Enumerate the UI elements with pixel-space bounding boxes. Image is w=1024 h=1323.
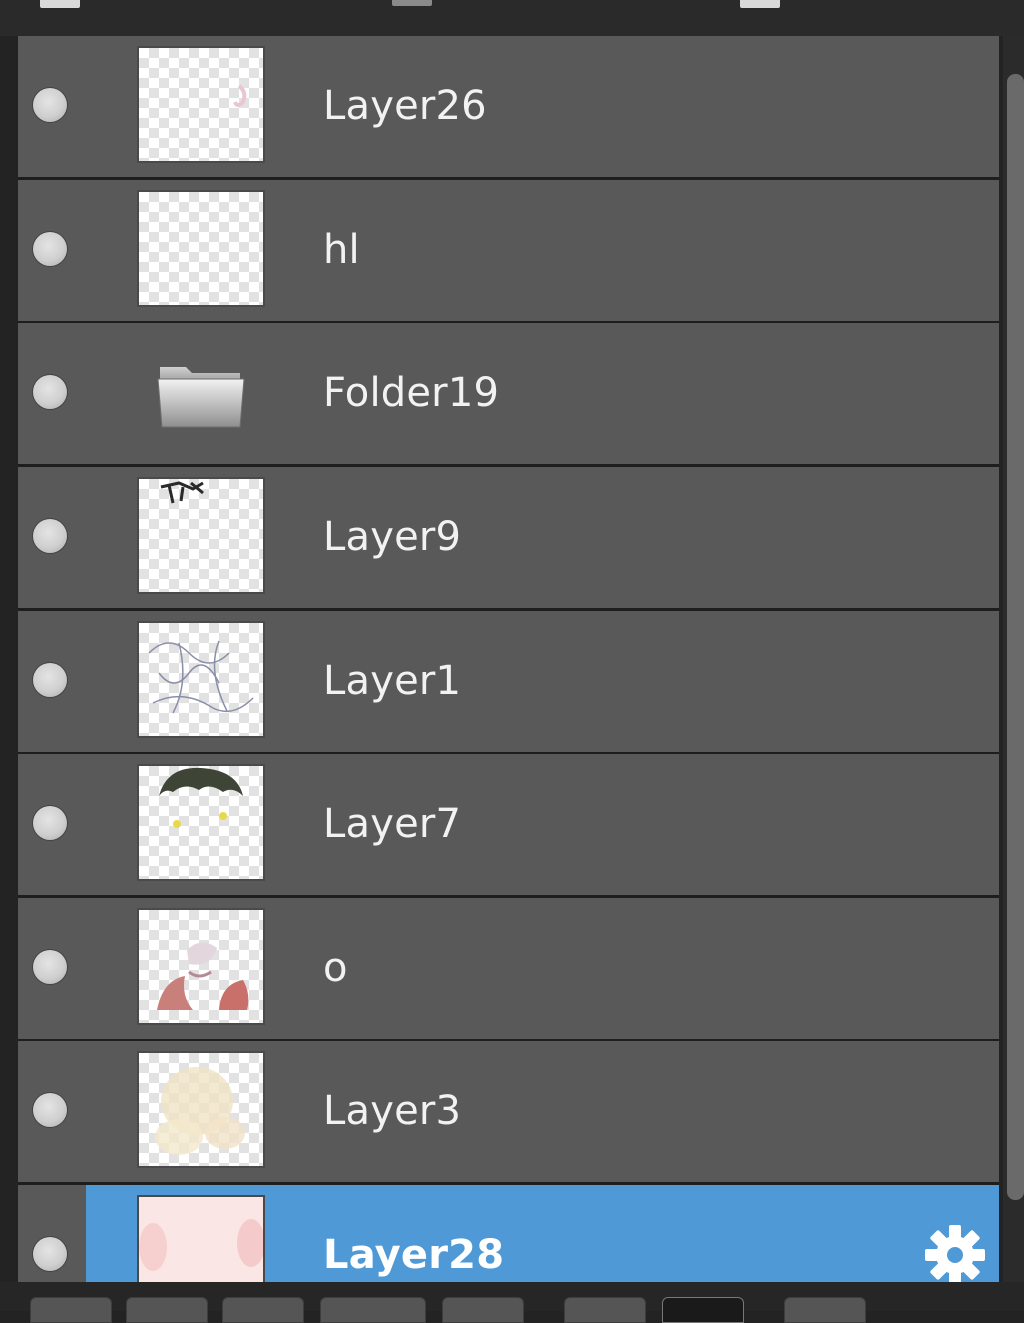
visibility-toggle[interactable] (33, 88, 67, 122)
visibility-toggle[interactable] (33, 1093, 67, 1127)
toolbar-button[interactable] (564, 1297, 646, 1323)
toolbar-button[interactable] (222, 1297, 304, 1323)
toolbar-button[interactable] (784, 1297, 866, 1323)
layer-name[interactable]: Layer26 (323, 82, 487, 130)
thumbnail-art (160, 481, 204, 504)
visibility-toggle[interactable] (33, 663, 67, 697)
layer-row[interactable]: Layer7 (18, 754, 999, 895)
thumbnail-art (159, 767, 243, 828)
layer-name[interactable]: Layer1 (323, 657, 461, 705)
layer-row[interactable]: Layer26 (18, 36, 999, 177)
folder-icon (157, 367, 245, 428)
thumbnail-art (157, 942, 249, 1010)
thumbnail-art (139, 1197, 263, 1282)
layer-name[interactable]: hl (323, 226, 360, 274)
thumbnail-art (148, 640, 254, 714)
visibility-toggle[interactable] (33, 950, 67, 984)
header-tab-mark[interactable] (392, 0, 432, 6)
toolbar-button[interactable] (320, 1297, 426, 1323)
layer-name[interactable]: Layer3 (323, 1087, 461, 1135)
layer-row[interactable]: o (18, 898, 999, 1039)
layer-row[interactable]: hl (18, 180, 999, 321)
layer-thumbnail (139, 1197, 263, 1282)
layers-list: Layer26 hl Folder19 Layer9 Layer1 Layer7… (18, 36, 999, 1282)
toolbar-button[interactable] (442, 1297, 524, 1323)
layer-name[interactable]: Layer9 (323, 513, 461, 561)
toolbar-button[interactable] (126, 1297, 208, 1323)
visibility-toggle[interactable] (33, 375, 67, 409)
layer-name[interactable]: o (323, 944, 348, 992)
toolbar-button-active[interactable] (662, 1297, 744, 1323)
layer-thumbnail (139, 479, 263, 592)
visibility-toggle[interactable] (33, 1237, 67, 1271)
layer-name[interactable]: Layer28 (323, 1231, 504, 1279)
layers-toolbar (0, 1282, 1024, 1323)
layer-thumbnail (139, 623, 263, 736)
visibility-toggle[interactable] (33, 519, 67, 553)
layer-name[interactable]: Layer7 (323, 800, 461, 848)
layer-thumbnail (139, 910, 263, 1023)
layer-row[interactable]: Layer1 (18, 611, 999, 752)
layer-name[interactable]: Folder19 (323, 369, 499, 417)
layer-thumbnail (139, 1053, 263, 1166)
toolbar-button[interactable] (30, 1297, 112, 1323)
visibility-toggle[interactable] (33, 232, 67, 266)
scrollbar-thumb[interactable] (1007, 74, 1024, 1200)
visibility-toggle[interactable] (33, 806, 67, 840)
layer-thumbnail (139, 766, 263, 879)
thumbnail-art (233, 84, 247, 107)
layer-row[interactable]: Layer9 (18, 467, 999, 608)
layer-row-selected[interactable]: Layer28 (18, 1185, 999, 1282)
panel-header (0, 0, 1024, 36)
folder-row[interactable]: Folder19 (18, 323, 999, 464)
layer-row[interactable]: Layer3 (18, 1041, 999, 1182)
gear-icon[interactable] (921, 1221, 989, 1282)
thumbnail-art (155, 1067, 245, 1155)
header-icon-right[interactable] (740, 0, 780, 8)
layer-thumbnail (139, 48, 263, 161)
header-icon[interactable] (40, 0, 80, 8)
layer-thumbnail (139, 192, 263, 305)
